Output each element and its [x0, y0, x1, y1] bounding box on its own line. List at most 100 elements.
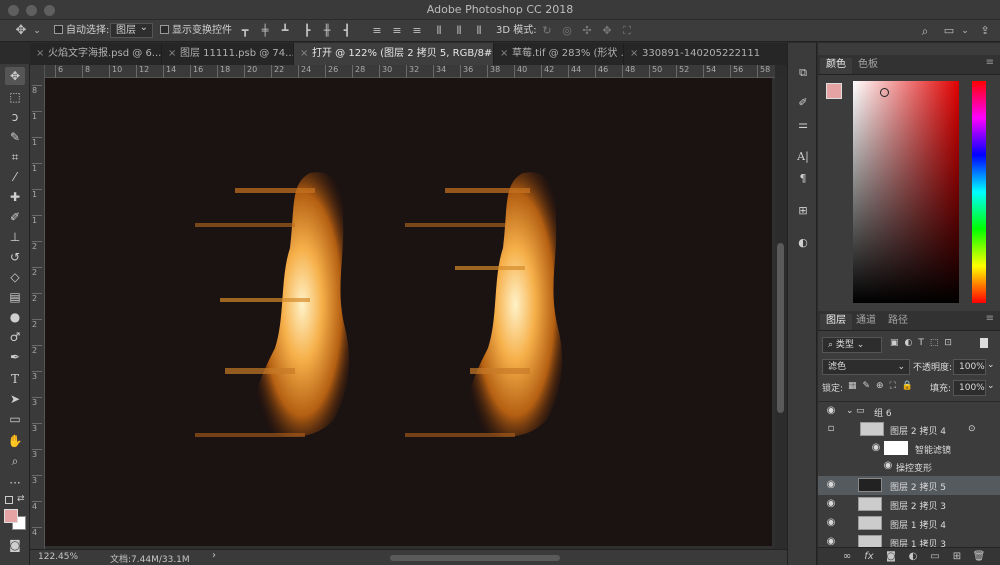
move-tool-icon[interactable]: ✥ [14, 24, 28, 38]
align-right-icon[interactable]: ┫ [340, 24, 354, 38]
distribute-right-icon[interactable]: ⦀ [472, 24, 486, 38]
eye-icon[interactable]: ◉ [870, 442, 882, 454]
layer-row-copy5[interactable]: ◉ 图层 2 拷贝 5 [818, 476, 1000, 495]
blend-mode-select[interactable]: 滤色 ⌄ [822, 359, 910, 375]
distribute-hcenter-icon[interactable]: ⦀ [452, 24, 466, 38]
3d-roll-icon[interactable]: ◎ [560, 24, 574, 38]
paragraph-panel-icon[interactable]: ¶ [794, 171, 812, 187]
eye-hidden-box[interactable]: ▫ [825, 423, 837, 435]
brush-settings-icon[interactable]: ✐ [794, 95, 812, 111]
gradient-tool-icon[interactable]: ▤ [5, 288, 25, 306]
panel-menu-icon[interactable]: ≡ [986, 313, 994, 324]
document-info[interactable]: 文档:7.44M/33.1M [110, 552, 190, 565]
close-tab-icon[interactable]: × [500, 43, 508, 65]
3d-slide-icon[interactable]: ✥ [600, 24, 614, 38]
tab-330891[interactable]: × 330891-140205222111 [624, 43, 790, 65]
align-top-icon[interactable]: ┳ [238, 24, 252, 38]
lock-icons[interactable]: ▦✎⊕⛶🔒 [848, 381, 919, 391]
close-tab-icon[interactable]: × [300, 43, 308, 65]
vertical-scrollbar[interactable] [775, 78, 787, 549]
layer-row-copy4[interactable]: ▫ 图层 2 拷贝 4 ⊙ [818, 420, 1000, 439]
layer-row-layer1-copy4[interactable]: ◉ 图层 1 拷贝 4 [818, 514, 1000, 533]
close-tab-icon[interactable]: × [630, 43, 638, 65]
distribute-left-icon[interactable]: ⦀ [432, 24, 446, 38]
hue-slider[interactable] [972, 81, 986, 303]
healing-brush-tool-icon[interactable]: ✚ [5, 188, 25, 206]
zoom-level[interactable]: 122.45% [38, 552, 78, 562]
dodge-tool-icon[interactable]: ♂ [5, 328, 25, 346]
fill-dropdown-icon[interactable]: ⌄ [987, 381, 995, 391]
character-panel-icon[interactable]: A| [794, 149, 812, 165]
eye-icon[interactable]: ◉ [825, 479, 837, 491]
align-bottom-icon[interactable]: ┻ [278, 24, 292, 38]
eye-icon[interactable]: ◉ [825, 405, 837, 417]
link-layers-icon[interactable]: ∞ [840, 550, 854, 564]
zoom-tool-icon[interactable]: ⌕ [5, 452, 25, 470]
layer-row-smart-filters[interactable]: ◉ 智能滤镜 [818, 439, 1000, 458]
distribute-vcenter-icon[interactable]: ≡ [390, 24, 404, 38]
vertical-ruler[interactable]: 8 1 1 1 1 1 2 2 2 2 2 3 3 3 3 3 4 4 [30, 65, 45, 549]
history-brush-tool-icon[interactable]: ↺ [5, 248, 25, 266]
history-panel-icon[interactable]: ⧉ [794, 65, 812, 81]
tab-paths[interactable]: 路径 [882, 314, 914, 330]
panel-menu-icon[interactable]: ≡ [986, 57, 994, 68]
type-tool-icon[interactable]: T [5, 370, 25, 388]
new-group-icon[interactable]: ▭ [928, 550, 942, 564]
rectangle-tool-icon[interactable]: ▭ [5, 410, 25, 428]
auto-select-target-select[interactable]: 图层 [110, 21, 153, 39]
eyedropper-tool-icon[interactable]: ⁄ [5, 168, 25, 186]
opacity-dropdown-icon[interactable]: ⌄ [987, 360, 995, 370]
eye-icon[interactable]: ◉ [825, 498, 837, 510]
close-tab-icon[interactable]: × [36, 43, 44, 65]
default-colors-icon[interactable] [5, 496, 13, 504]
horizontal-ruler[interactable]: 6 8 10 12 14 16 18 20 22 24 26 28 30 32 34 36 38 40 42 44 46… [45, 65, 775, 78]
quick-mask-icon[interactable]: ◙ [5, 536, 25, 554]
tab-open-active[interactable]: × 打开 @ 122% (图层 2 拷贝 5, RGB/8#) * [294, 43, 494, 65]
status-menu-arrow-icon[interactable]: › [212, 550, 216, 561]
canvas-area[interactable] [45, 78, 775, 549]
crop-tool-icon[interactable]: ⌗ [5, 148, 25, 166]
more-tools-icon[interactable]: ··· [5, 474, 25, 492]
eye-icon[interactable]: ◉ [882, 460, 894, 472]
adjustment-layer-icon[interactable]: ◐ [906, 550, 920, 564]
tab-flame-poster[interactable]: × 火焰文字海报.psd @ 6... [30, 43, 162, 65]
path-select-tool-icon[interactable]: ➤ [5, 390, 25, 408]
document-canvas[interactable] [45, 78, 772, 546]
workspace-dropdown-icon[interactable]: ⌄ [958, 24, 972, 38]
foreground-color-swatch[interactable] [4, 509, 18, 523]
tab-layers[interactable]: 图层 [820, 314, 852, 330]
new-layer-icon[interactable]: ⊞ [950, 550, 964, 564]
fill-input[interactable]: 100% [953, 380, 986, 396]
eye-icon[interactable]: ◉ [825, 517, 837, 529]
clone-stamp-tool-icon[interactable]: ⊥ [5, 228, 25, 246]
blur-tool-icon[interactable]: ● [5, 308, 25, 326]
share-icon[interactable]: ⇪ [978, 24, 992, 38]
search-icon[interactable]: ⌕ [918, 24, 932, 38]
filter-toggle-icon[interactable] [980, 338, 988, 348]
3d-scale-icon[interactable]: ⛶ [620, 24, 634, 38]
tab-strawberry[interactable]: × 草莓.tif @ 283% (形状 ... [494, 43, 624, 65]
move-tool-icon[interactable]: ✥ [5, 67, 25, 85]
lasso-tool-icon[interactable]: ↄ [5, 108, 25, 126]
adjustments-icon[interactable]: ⚌ [794, 117, 812, 133]
brush-tool-icon[interactable]: ✐ [5, 208, 25, 226]
align-left-icon[interactable]: ┣ [300, 24, 314, 38]
distribute-top-icon[interactable]: ≡ [370, 24, 384, 38]
close-tab-icon[interactable]: × [168, 43, 176, 65]
tab-swatches[interactable]: 色板 [852, 58, 884, 74]
swap-colors-icon[interactable]: ⇄ [17, 494, 25, 504]
eraser-tool-icon[interactable]: ◇ [5, 268, 25, 286]
layer-row-copy3[interactable]: ◉ 图层 2 拷贝 3 [818, 495, 1000, 514]
auto-select-checkbox[interactable]: 自动选择: [54, 23, 109, 39]
tab-channels[interactable]: 通道 [850, 314, 882, 330]
opacity-input[interactable]: 100% [953, 359, 986, 375]
add-mask-icon[interactable]: ◙ [884, 550, 898, 564]
horizontal-scroll-thumb[interactable] [390, 555, 560, 561]
expand-arrow-icon[interactable]: ⌄ [846, 406, 854, 416]
layer-row-puppet-warp[interactable]: ◉ 操控变形 [818, 457, 1000, 476]
fx-icon[interactable]: fx [862, 550, 876, 564]
pen-tool-icon[interactable]: ✒ [5, 348, 25, 366]
foreground-color-chip[interactable] [826, 83, 842, 99]
tab-color[interactable]: 颜色 [820, 58, 852, 74]
layer-row-group6[interactable]: ◉ ⌄ ▭ 组 6 [818, 401, 1000, 420]
